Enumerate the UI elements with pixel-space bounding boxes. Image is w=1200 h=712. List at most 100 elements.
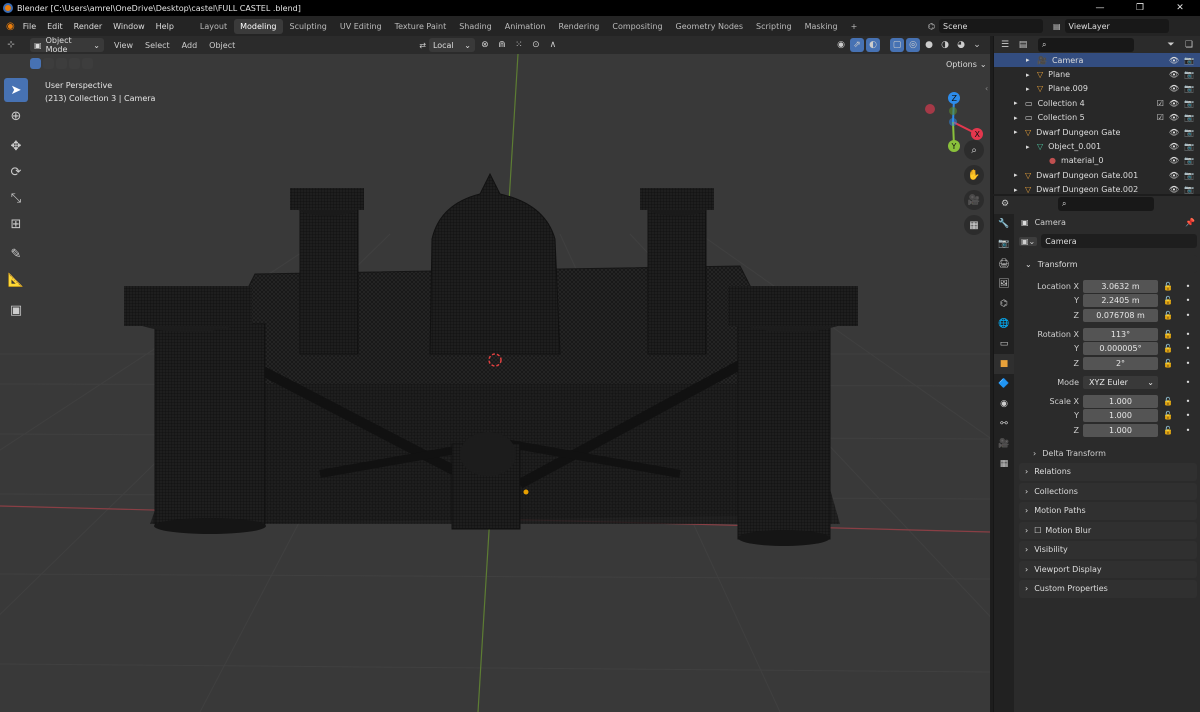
camera-render-icon[interactable]: 📷 (1184, 84, 1194, 93)
rotation-x-field[interactable]: 113° (1083, 327, 1158, 341)
3d-viewport[interactable]: User Perspective (213) Collection 3 | Ca… (0, 54, 990, 712)
properties-search[interactable]: ⌕ (1058, 197, 1154, 211)
expand-arrow-icon[interactable]: ▸ (1014, 186, 1023, 194)
keyframe-dot-icon[interactable]: • (1183, 344, 1193, 353)
lock-icon[interactable]: 🔓 (1161, 344, 1175, 353)
scale-tool[interactable]: ⤡ (4, 186, 28, 210)
expand-arrow-icon[interactable]: ▸ (1026, 85, 1035, 93)
rotate-tool[interactable]: ⟳ (4, 160, 28, 184)
tab-scripting[interactable]: Scripting (750, 19, 798, 34)
scene-field[interactable]: Scene (938, 19, 1043, 33)
editor-type-icon[interactable]: ⊹ (4, 38, 18, 52)
panel-viewport-display[interactable]: › Viewport Display (1019, 560, 1197, 578)
outliner-item[interactable]: ▸ ▽ Dwarf Dungeon Gate.001 👁 📷 (994, 168, 1200, 182)
motion-blur-checkbox[interactable]: ☐ (1034, 526, 1041, 535)
menu-help[interactable]: Help (156, 22, 174, 31)
outliner-item[interactable]: ▸ ▽ Plane 👁 📷 (994, 67, 1200, 81)
expand-arrow-icon[interactable]: ▸ (1014, 114, 1023, 122)
camera-render-icon[interactable]: 📷 (1184, 99, 1194, 108)
display-mode-icon[interactable]: ▤ (1016, 38, 1030, 52)
transform-tool[interactable]: ⊞ (4, 212, 28, 236)
select-box-tool[interactable]: ➤ (4, 78, 28, 102)
location-x-field[interactable]: 3.0632 m (1083, 279, 1158, 293)
modifiers-tab-icon[interactable]: 🔷 (994, 374, 1014, 394)
panel-collections[interactable]: › Collections (1019, 482, 1197, 500)
blender-menu-icon[interactable]: ◉ (6, 21, 15, 32)
outliner-item[interactable]: ▸ ▽ Dwarf Dungeon Gate.002 👁 📷 (994, 183, 1200, 197)
measure-tool[interactable]: 📐 (4, 268, 28, 292)
camera-render-icon[interactable]: 📷 (1184, 113, 1194, 122)
keyframe-dot-icon[interactable]: • (1183, 282, 1193, 291)
camera-render-icon[interactable]: 📷 (1184, 56, 1194, 65)
mode-dropdown[interactable]: ▣ Object Mode ⌄ (30, 36, 104, 54)
eye-icon[interactable]: 👁 (1169, 70, 1179, 79)
select-extend-icon[interactable] (43, 58, 54, 69)
eye-icon[interactable]: 👁 (1169, 142, 1179, 151)
zoom-icon[interactable]: ⌕ (964, 140, 984, 160)
camera-render-icon[interactable]: 📷 (1184, 142, 1194, 151)
rotation-y-field[interactable]: 0.000005° (1083, 342, 1158, 355)
panel-relations[interactable]: › Relations (1019, 463, 1197, 481)
view-layer-field[interactable]: ViewLayer (1064, 19, 1169, 33)
select-subtract-icon[interactable] (56, 58, 67, 69)
filter-icon[interactable]: ⏷ (1164, 38, 1178, 52)
tab-animation[interactable]: Animation (499, 19, 552, 34)
snap-icon[interactable]: ⋒ (495, 38, 509, 52)
outliner-search[interactable]: ⌕ (1038, 37, 1134, 52)
transform-panel-header[interactable]: ⌄ Transform (1019, 255, 1197, 273)
overlay-toggle-icon[interactable]: ◐ (866, 38, 880, 52)
tab-shading[interactable]: Shading (453, 19, 498, 34)
menu-file[interactable]: File (23, 22, 36, 31)
scene-tab-icon[interactable]: ⌬ (994, 294, 1014, 314)
snap-increment-icon[interactable]: ⁙ (512, 38, 526, 52)
expand-arrow-icon[interactable]: ▸ (1026, 143, 1035, 151)
tab-compositing[interactable]: Compositing (606, 19, 668, 34)
gizmo-toggle-icon[interactable]: ⇗ (850, 38, 864, 52)
rotation-z-field[interactable]: 2° (1083, 356, 1158, 370)
menu-render[interactable]: Render (74, 22, 102, 31)
xray-toggle-icon[interactable]: ▢ (890, 38, 904, 52)
outliner-item[interactable]: ● material_0 👁 📷 (994, 154, 1200, 168)
wireframe-shading-icon[interactable]: ◎ (906, 38, 920, 52)
select-intersect-icon[interactable] (82, 58, 93, 69)
perspective-grid-icon[interactable]: ▦ (964, 215, 984, 235)
camera-render-icon[interactable]: 📷 (1184, 185, 1194, 194)
keyframe-dot-icon[interactable]: • (1183, 411, 1193, 420)
camera-render-icon[interactable]: 📷 (1184, 156, 1194, 165)
visibility-icon[interactable]: ◉ (834, 38, 848, 52)
solid-shading-icon[interactable]: ● (922, 38, 936, 52)
expand-arrow-icon[interactable]: ▸ (1014, 99, 1023, 107)
eye-icon[interactable]: 👁 (1169, 99, 1179, 108)
tab-layout[interactable]: Layout (194, 19, 233, 34)
panel-visibility[interactable]: › Visibility (1019, 541, 1197, 559)
tab-geometry-nodes[interactable]: Geometry Nodes (670, 19, 749, 34)
lock-icon[interactable]: 🔓 (1161, 282, 1175, 291)
object-tab-icon[interactable]: ■ (994, 354, 1014, 374)
scale-y-field[interactable]: 1.000 (1083, 409, 1158, 422)
maximize-button[interactable]: ❐ (1120, 0, 1160, 16)
texture-tab-icon[interactable]: ▦ (994, 454, 1014, 474)
eye-icon[interactable]: 👁 (1169, 156, 1179, 165)
rotation-mode-dropdown[interactable]: XYZ Euler ⌄ (1083, 375, 1158, 389)
collection-tab-icon[interactable]: ▭ (994, 334, 1014, 354)
lock-icon[interactable]: 🔓 (1161, 426, 1175, 435)
delta-transform-subpanel[interactable]: › Delta Transform (1015, 445, 1200, 461)
scale-z-field[interactable]: 1.000 (1083, 423, 1158, 437)
keyframe-dot-icon[interactable]: • (1183, 397, 1193, 406)
cursor-tool[interactable]: ⊕ (4, 104, 28, 128)
add-workspace-button[interactable]: + (845, 19, 864, 34)
keyframe-dot-icon[interactable]: • (1183, 311, 1193, 320)
close-window-button[interactable]: ✕ (1160, 0, 1200, 16)
object-data-icon[interactable]: ▣⌄ (1019, 236, 1038, 246)
lock-icon[interactable]: 🔓 (1161, 411, 1175, 420)
camera-render-icon[interactable]: 📷 (1184, 128, 1194, 137)
tab-rendering[interactable]: Rendering (553, 19, 606, 34)
outliner-item[interactable]: ▸ ▽ Object_0.001 👁 📷 (994, 139, 1200, 153)
keyframe-dot-icon[interactable]: • (1183, 330, 1193, 339)
pivot-icon[interactable]: ⊗ (478, 38, 492, 52)
eye-icon[interactable]: 👁 (1169, 128, 1179, 137)
select-invert-icon[interactable] (69, 58, 80, 69)
move-tool[interactable]: ✥ (4, 134, 28, 158)
constraints-tab-icon[interactable]: ⚯ (994, 414, 1014, 434)
keyframe-dot-icon[interactable]: • (1183, 426, 1193, 435)
